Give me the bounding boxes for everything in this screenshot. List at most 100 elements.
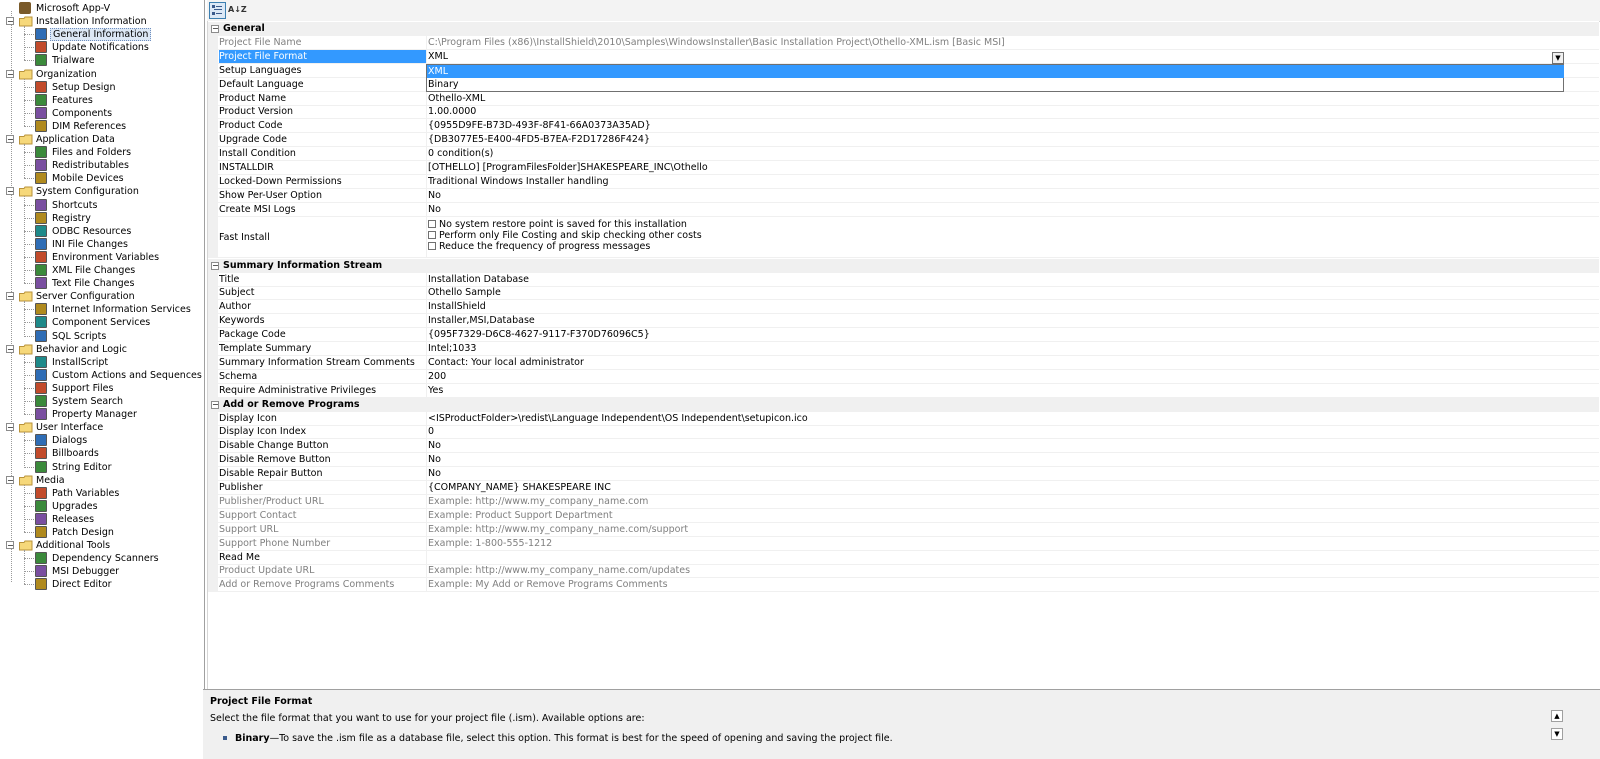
tree-item[interactable]: Registry [0, 211, 200, 225]
tree-item[interactable]: Text File Changes [0, 277, 200, 290]
property-row[interactable]: Product Name Othello-XML [208, 91, 1599, 106]
property-value[interactable]: Installation Database [428, 273, 1593, 287]
tree-group-6[interactable]: − User Interface [0, 421, 200, 434]
category-header[interactable]: − Add or Remove Programs [208, 397, 1599, 412]
fast-install-option[interactable]: Reduce the frequency of progress message… [428, 241, 1593, 252]
tree-item[interactable]: Direct Editor [0, 578, 200, 591]
property-row[interactable]: Require Administrative Privileges Yes [208, 383, 1599, 398]
property-row[interactable]: Schema 200 [208, 369, 1599, 384]
tree-item[interactable]: Property Manager [0, 408, 200, 421]
tree-root[interactable]: Microsoft App-V [0, 2, 200, 15]
collapse-toggle[interactable]: − [6, 17, 14, 26]
property-value[interactable]: Example: http://www.my_company_name.com [428, 495, 1593, 509]
tree-group-2[interactable]: − Application Data [0, 133, 200, 146]
property-row[interactable]: Add or Remove Programs Comments Example: … [208, 578, 1599, 593]
property-value[interactable]: 0 condition(s) [428, 147, 1593, 161]
property-row[interactable]: Project File Name C:\Program Files (x86)\… [208, 35, 1599, 50]
collapse-toggle[interactable]: − [211, 261, 219, 270]
tree-item[interactable]: InstallScript [0, 355, 200, 369]
property-value[interactable]: {COMPANY_NAME} SHAKESPEARE INC [428, 481, 1593, 495]
tree-item[interactable]: Mobile Devices [0, 172, 200, 185]
tree-item[interactable]: INI File Changes [0, 237, 200, 251]
property-value[interactable]: No [428, 439, 1593, 453]
property-value[interactable]: 1.00.0000 [428, 105, 1593, 119]
property-value[interactable]: {0955D9FE-B73D-493F-8F41-66A0373A35AD} [428, 119, 1593, 133]
property-row[interactable]: Display Icon Index 0 [208, 425, 1599, 440]
property-row-fast-install[interactable]: Fast Install No system restore point is s… [208, 216, 1599, 258]
category-header[interactable]: − Summary Information Stream [208, 258, 1599, 273]
tree-item[interactable]: Releases [0, 512, 200, 526]
property-row[interactable]: Show Per-User Option No [208, 188, 1599, 203]
property-row[interactable]: Locked-Down Permissions Traditional Windo… [208, 174, 1599, 189]
property-value[interactable]: Othello-XML [428, 92, 1593, 106]
property-row[interactable]: INSTALLDIR [OTHELLO] [ProgramFilesFolder]… [208, 161, 1599, 175]
property-row[interactable]: Project File Format XML [208, 49, 1599, 64]
tree-item[interactable]: SQL Scripts [0, 329, 200, 343]
tree-group-4[interactable]: − Server Configuration [0, 290, 200, 303]
tree-group-8[interactable]: − Additional Tools [0, 539, 200, 552]
tree-item[interactable]: Dependency Scanners [0, 552, 200, 565]
collapse-toggle[interactable]: − [6, 292, 14, 301]
property-row[interactable]: Publisher {COMPANY_NAME} SHAKESPEARE INC [208, 481, 1599, 495]
tree-group-1[interactable]: − Organization [0, 68, 200, 81]
tree-item[interactable]: Billboards [0, 447, 200, 460]
tree-item[interactable]: Internet Information Services [0, 303, 200, 316]
property-row[interactable]: Author InstallShield [208, 300, 1599, 315]
tree-item[interactable]: Files and Folders [0, 146, 200, 159]
property-value[interactable]: Example: Product Support Department [428, 509, 1593, 523]
property-value[interactable]: <ISProductFolder>\redist\Language Indepe… [428, 412, 1593, 426]
tree-item[interactable]: Upgrades [0, 499, 200, 513]
property-row[interactable]: Display Icon <ISProductFolder>\redist\Lan… [208, 411, 1599, 426]
tree-item[interactable]: Patch Design [0, 526, 200, 539]
category-header[interactable]: − General [208, 22, 1599, 36]
collapse-toggle[interactable]: − [6, 187, 14, 196]
tree-item[interactable]: DIM References [0, 119, 200, 133]
property-value[interactable]: No [428, 453, 1593, 467]
tree-item[interactable]: XML File Changes [0, 264, 200, 277]
property-row[interactable]: Support Contact Example: Product Support … [208, 508, 1599, 523]
property-row[interactable]: Template Summary Intel;1033 [208, 342, 1599, 356]
property-value[interactable]: XML [428, 50, 1593, 64]
tree-item[interactable]: Shortcuts [0, 198, 200, 212]
property-value[interactable]: Example: http://www.my_company_name.com/… [428, 564, 1593, 578]
tree-item[interactable]: Setup Design [0, 80, 200, 94]
property-row[interactable]: Upgrade Code {DB3077E5-E400-4FD5-B7EA-F2D… [208, 133, 1599, 148]
collapse-toggle[interactable]: − [6, 475, 14, 484]
collapse-toggle[interactable]: − [6, 344, 14, 353]
checkbox[interactable] [428, 242, 436, 251]
property-row[interactable]: Support URL Example: http://www.my_compan… [208, 522, 1599, 537]
property-row[interactable]: Disable Repair Button No [208, 467, 1599, 482]
collapse-toggle[interactable]: − [211, 400, 219, 409]
collapse-toggle[interactable]: − [6, 423, 14, 432]
property-value[interactable]: Othello Sample [428, 286, 1593, 300]
dropdown-option[interactable]: XML [427, 65, 1564, 78]
help-scroll-down-button[interactable]: ▼ [1551, 728, 1563, 740]
tree-item[interactable]: Update Notifications [0, 41, 200, 54]
property-value[interactable]: Contact: Your local administrator [428, 356, 1593, 370]
collapse-toggle[interactable]: − [6, 541, 14, 550]
property-value[interactable]: InstallShield [428, 300, 1593, 314]
collapse-toggle[interactable]: − [6, 69, 14, 78]
tree-item[interactable]: Redistributables [0, 159, 200, 172]
checkbox[interactable] [428, 219, 436, 228]
tree-item[interactable]: Features [0, 93, 200, 107]
dropdown-arrow-button[interactable]: ▼ [1552, 52, 1564, 64]
property-row[interactable]: Subject Othello Sample [208, 286, 1599, 301]
tree-item[interactable]: Environment Variables [0, 250, 200, 264]
property-value[interactable]: Traditional Windows Installer handling [428, 175, 1593, 189]
property-value[interactable]: Example: 1-800-555-1212 [428, 537, 1593, 551]
property-value[interactable]: C:\Program Files (x86)\InstallShield\201… [428, 36, 1593, 50]
property-row[interactable]: Create MSI Logs No [208, 202, 1599, 217]
tree-item[interactable]: Trialware [0, 54, 200, 67]
property-row[interactable]: Install Condition 0 condition(s) [208, 147, 1599, 162]
project-file-format-dropdown[interactable]: XML Binary [426, 64, 1564, 92]
fast-install-option[interactable]: Perform only File Costing and skip check… [428, 230, 1593, 241]
property-value[interactable]: Yes [428, 384, 1593, 398]
property-value[interactable]: {095F7329-D6C8-4627-9117-F370D76096C5} [428, 328, 1593, 342]
tree-item[interactable]: Component Services [0, 316, 200, 329]
property-row[interactable]: Package Code {095F7329-D6C8-4627-9117-F37… [208, 328, 1599, 343]
property-row[interactable]: Read Me [208, 550, 1599, 565]
categorized-view-button[interactable] [209, 2, 226, 19]
property-row[interactable]: Keywords Installer,MSI,Database [208, 314, 1599, 329]
tree-item[interactable]: MSI Debugger [0, 565, 200, 578]
